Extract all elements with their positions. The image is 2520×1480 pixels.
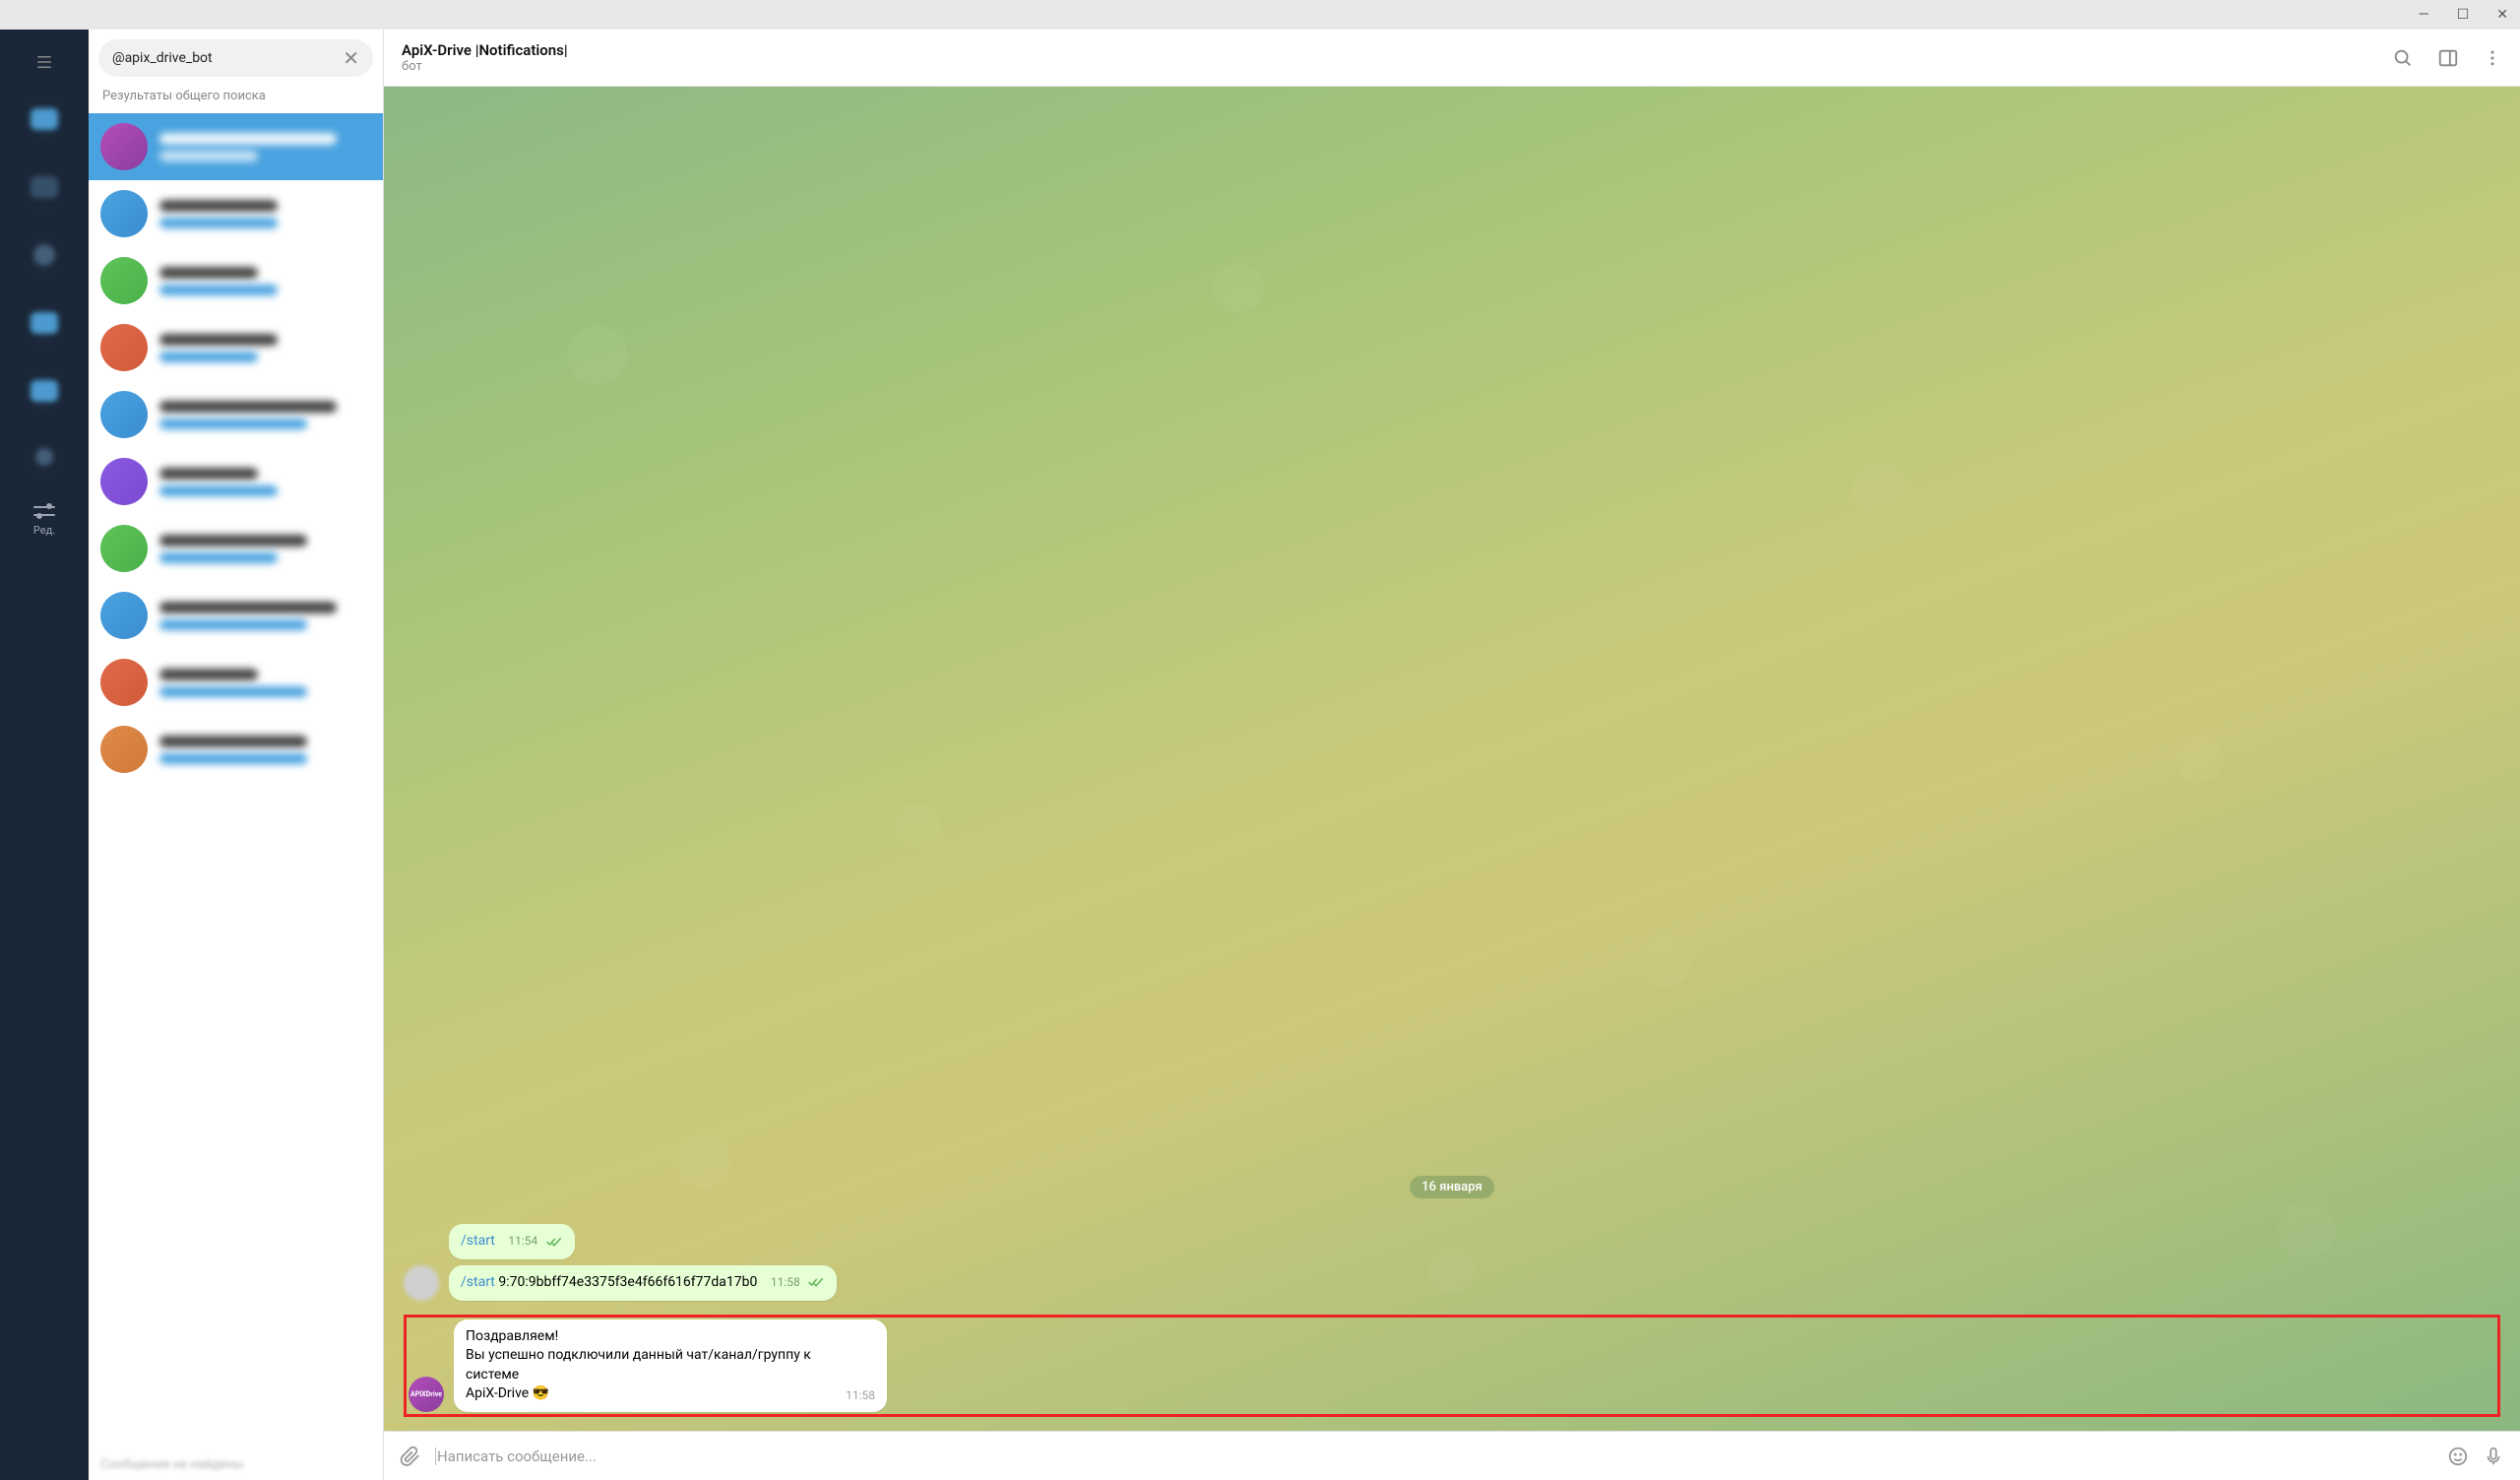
chat-row[interactable] [89,515,383,582]
chat-row[interactable] [89,448,383,515]
rail-edit-label: Ред. [33,524,55,537]
rail-tab-1[interactable]: ··· [31,108,58,145]
message-command: /start [461,1233,495,1249]
message-text: 9:70:9bbff74e3375f3e4f66f616f77da17b0 [495,1274,758,1290]
message-command: /start [461,1274,495,1290]
chat-header-titles[interactable]: ApiX-Drive |Notifications| бот [402,41,2392,74]
window-maximize[interactable]: ☐ [2457,7,2470,23]
chatlist-column: ✕ Результаты общего поиска Сообщения не … [89,30,384,1480]
rail-edit[interactable]: Ред. [33,504,55,537]
highlighted-region: APIXDrive Поздравляем! Вы успешно подклю… [404,1315,2500,1417]
chat-title: ApiX-Drive |Notifications| [402,41,2392,59]
message-row-outgoing: /start 11:54 /start 9:70:9bbff74e3375f3e… [404,1224,2500,1300]
rail-tab-4[interactable]: ··· [31,312,58,349]
rail-tab-2[interactable]: ··· [31,176,58,213]
search-input[interactable] [112,50,335,66]
message-row-incoming: APIXDrive Поздравляем! Вы успешно подклю… [409,1319,2495,1412]
message-text: Поздравляем! [466,1327,828,1347]
hamburger-menu[interactable] [0,47,89,77]
message-bubble[interactable]: Поздравляем! Вы успешно подключили данны… [454,1319,887,1412]
chat-row[interactable] [89,582,383,649]
chat-row[interactable] [89,113,383,180]
search-box: ✕ [98,39,373,77]
window-minimize[interactable]: — [2419,7,2429,23]
chat-header: ApiX-Drive |Notifications| бот [384,30,2520,87]
window-close[interactable]: ✕ [2496,7,2508,23]
search-icon[interactable] [2392,47,2414,69]
sidebar-toggle-icon[interactable] [2437,47,2459,69]
more-menu-icon[interactable] [2483,47,2502,69]
search-results-label: Результаты общего поиска [89,89,383,113]
chat-subtitle: бот [402,59,2392,74]
message-time: 11:54 [508,1234,537,1248]
message-time: 11:58 [846,1387,875,1404]
app-rail: ··· ··· ··· ··· ··· ··· Ред. [0,30,89,1480]
search-bottom-note: Сообщения не найдены [89,1449,383,1480]
rail-tab-5[interactable]: ··· [31,380,58,417]
message-bubble[interactable]: /start 11:54 [449,1224,575,1259]
chat-row[interactable] [89,314,383,381]
message-text: Вы успешно подключили данный чат/канал/г… [466,1346,828,1384]
window-titlebar: — ☐ ✕ [0,0,2520,30]
chat-row[interactable] [89,716,383,783]
composer [384,1431,2520,1480]
read-checks-icon [807,1276,825,1288]
composer-input[interactable] [435,1448,2433,1465]
user-avatar [404,1265,439,1301]
read-checks-icon [545,1236,563,1248]
search-clear-icon[interactable]: ✕ [343,48,359,68]
date-divider: 16 января [1410,1176,1494,1198]
chat-row[interactable] [89,180,383,247]
attach-icon[interactable] [400,1446,421,1467]
chat-body: 16 января /start 11:54 /start 9:70:9bbff… [384,87,2520,1431]
message-text: ApiX-Drive 😎 [466,1384,828,1404]
rail-tab-3[interactable]: ··· [33,244,55,281]
emoji-icon[interactable] [2447,1446,2469,1467]
rail-tab-6[interactable]: ··· [35,448,53,481]
chat-row[interactable] [89,381,383,448]
chat-row[interactable] [89,649,383,716]
voice-icon[interactable] [2483,1446,2504,1467]
message-time: 11:58 [771,1275,800,1289]
message-bubble[interactable]: /start 9:70:9bbff74e3375f3e4f66f616f77da… [449,1265,837,1301]
bot-avatar: APIXDrive [409,1377,444,1412]
chat-row[interactable] [89,247,383,314]
